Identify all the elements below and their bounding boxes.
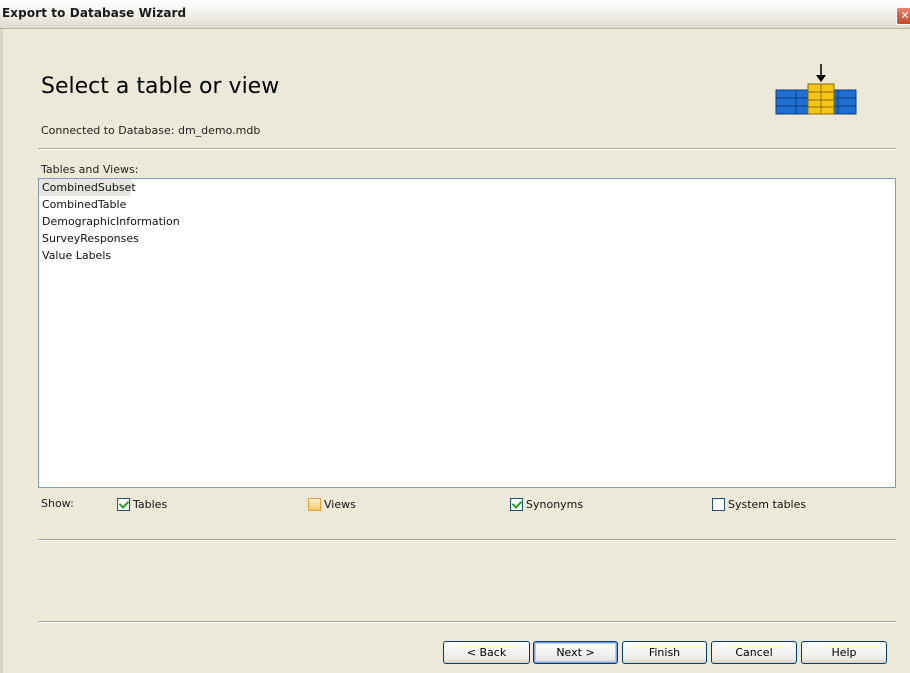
page-title: Select a table or view <box>41 74 280 99</box>
options-separator <box>38 539 896 541</box>
views-checkbox-label: Views <box>324 497 356 511</box>
tables-checkbox[interactable]: Tables <box>117 496 167 512</box>
close-icon[interactable]: ✕ <box>896 7 910 25</box>
list-item[interactable]: SurveyResponses <box>39 230 895 247</box>
show-label: Show: <box>41 497 74 510</box>
views-checkbox[interactable]: Views <box>308 496 356 512</box>
footer-separator <box>38 621 896 623</box>
window-title: Export to Database Wizard <box>2 6 187 20</box>
cancel-button[interactable]: Cancel <box>711 641 797 664</box>
system-tables-checkbox-box[interactable] <box>712 497 725 511</box>
synonyms-checkbox[interactable]: Synonyms <box>510 496 583 512</box>
list-item[interactable]: CombinedTable <box>39 196 895 213</box>
tables-checkbox-box[interactable] <box>117 497 130 511</box>
list-item[interactable]: CombinedSubset <box>39 179 136 196</box>
tables-and-views-label: Tables and Views: <box>41 163 139 176</box>
export-wizard-window: Export to Database Wizard ✕ Select a tab… <box>0 0 910 673</box>
system-tables-checkbox-label: System tables <box>728 497 807 511</box>
title-bar[interactable]: Export to Database Wizard ✕ <box>0 0 910 29</box>
system-tables-checkbox[interactable]: System tables <box>712 496 806 512</box>
list-item[interactable]: DemographicInformation <box>39 213 895 230</box>
back-button[interactable]: < Back <box>443 641 530 664</box>
window-left-border <box>0 29 3 673</box>
synonyms-checkbox-box[interactable] <box>510 497 523 511</box>
export-table-icon <box>775 64 857 115</box>
list-item[interactable]: Value Labels <box>39 247 895 264</box>
synonyms-checkbox-label: Synonyms <box>526 497 584 511</box>
help-button[interactable]: Help <box>801 641 887 664</box>
tables-views-listbox[interactable]: CombinedSubset CombinedTable Demographic… <box>38 178 896 488</box>
connected-database-label: Connected to Database: dm_demo.mdb <box>41 124 261 137</box>
next-button[interactable]: Next > <box>533 641 618 664</box>
header-separator <box>38 148 896 150</box>
finish-button[interactable]: Finish <box>622 641 707 664</box>
views-checkbox-box[interactable] <box>308 497 321 511</box>
tables-checkbox-label: Tables <box>133 497 168 511</box>
